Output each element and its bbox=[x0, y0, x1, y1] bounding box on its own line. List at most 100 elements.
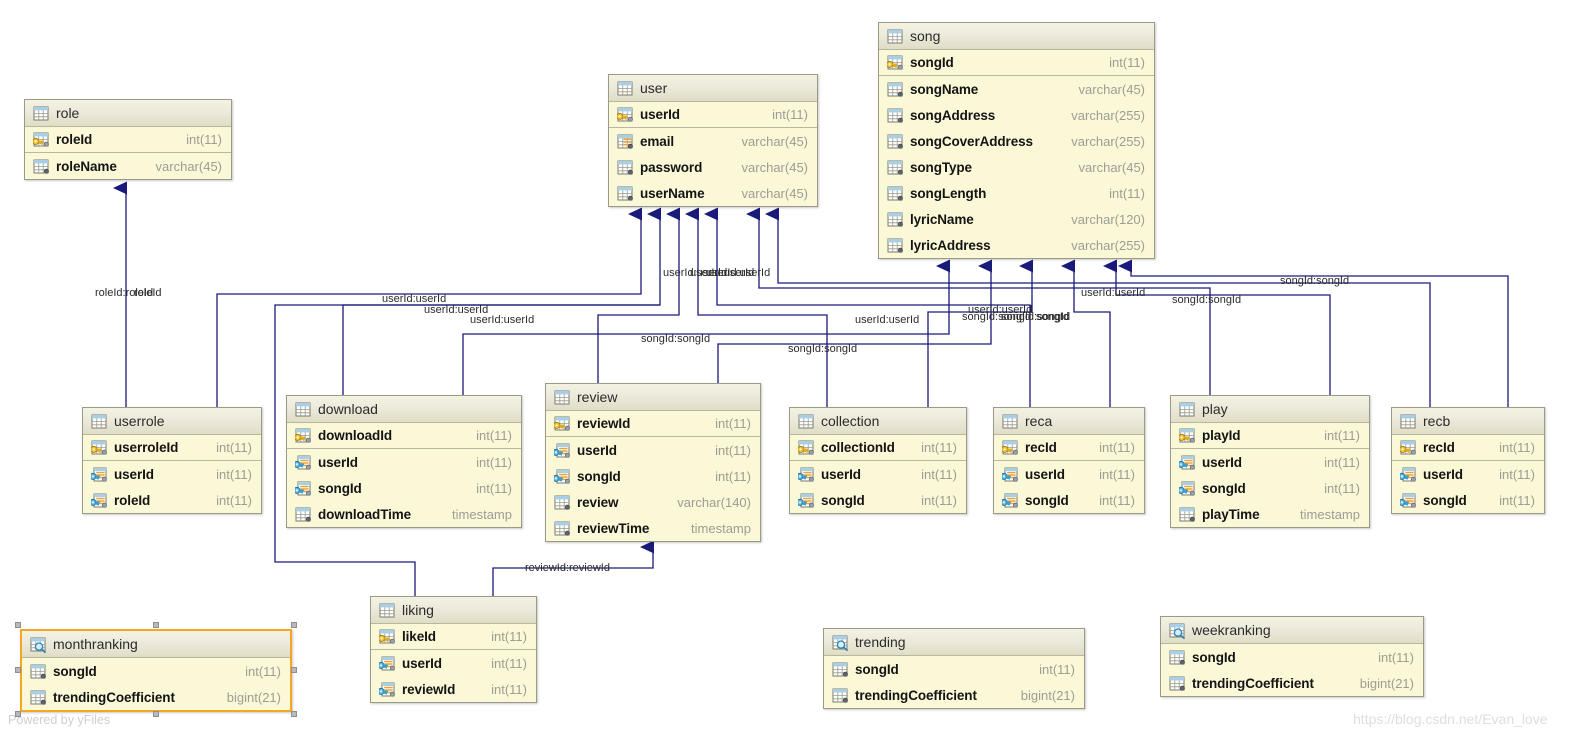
table-header-role[interactable]: role bbox=[25, 100, 231, 127]
column-row[interactable]: songId int(11) bbox=[287, 475, 521, 501]
table-header-userrole[interactable]: userrole bbox=[83, 408, 261, 435]
selection-handle[interactable] bbox=[291, 711, 297, 717]
table-header-trending[interactable]: trending bbox=[824, 629, 1084, 656]
selection-handle[interactable] bbox=[15, 711, 21, 717]
table-header-user[interactable]: user bbox=[609, 75, 817, 102]
column-row[interactable]: userName varchar(45) bbox=[609, 180, 817, 206]
column-name: reviewId bbox=[402, 681, 456, 697]
table-node-monthranking[interactable]: monthranking songId int(11) trendingCoeff… bbox=[20, 629, 292, 712]
selection-handle[interactable] bbox=[15, 666, 21, 673]
column-row[interactable]: songAddress varchar(255) bbox=[879, 102, 1154, 128]
column-row[interactable]: userId int(11) bbox=[287, 449, 521, 475]
column-row[interactable]: playTime timestamp bbox=[1171, 501, 1369, 527]
column-row[interactable]: email varchar(45) bbox=[609, 128, 817, 154]
table-node-collection[interactable]: collection collectionId int(11) userId int… bbox=[789, 407, 967, 514]
column-row[interactable]: review varchar(140) bbox=[546, 489, 760, 515]
column-row[interactable]: userId int(11) bbox=[609, 102, 817, 128]
column-type: int(11) bbox=[1378, 649, 1414, 665]
table-header-review[interactable]: review bbox=[546, 384, 760, 411]
column-row[interactable]: songType varchar(45) bbox=[879, 154, 1154, 180]
column-row[interactable]: userId int(11) bbox=[371, 650, 536, 676]
table-node-review[interactable]: review reviewId int(11) userId int(11) s… bbox=[545, 383, 761, 542]
table-header-download[interactable]: download bbox=[287, 396, 521, 423]
column-row[interactable]: songId int(11) bbox=[22, 658, 290, 684]
column-row[interactable]: roleName varchar(45) bbox=[25, 153, 231, 179]
table-header-collection[interactable]: collection bbox=[790, 408, 966, 435]
column-row[interactable]: downloadId int(11) bbox=[287, 423, 521, 449]
column-row[interactable]: downloadTime timestamp bbox=[287, 501, 521, 527]
column-row[interactable]: lyricName varchar(120) bbox=[879, 206, 1154, 232]
er-diagram-canvas[interactable]: role roleId int(11) roleName varchar(45) u… bbox=[0, 0, 1593, 748]
column-icon bbox=[30, 664, 46, 679]
column-row[interactable]: songId int(11) bbox=[546, 463, 760, 489]
table-header-liking[interactable]: liking bbox=[371, 597, 536, 624]
column-type: int(11) bbox=[1109, 55, 1145, 70]
column-row[interactable]: songId int(11) bbox=[879, 50, 1154, 76]
column-row[interactable]: collectionId int(11) bbox=[790, 435, 966, 461]
column-row[interactable]: reviewId int(11) bbox=[546, 411, 760, 437]
column-row[interactable]: likeId int(11) bbox=[371, 624, 536, 650]
column-row[interactable]: userId int(11) bbox=[790, 461, 966, 487]
column-unique-icon bbox=[617, 134, 633, 149]
table-header-weekranking[interactable]: weekranking bbox=[1161, 617, 1423, 644]
table-node-trending[interactable]: trending songId int(11) trendingCoefficie… bbox=[823, 628, 1085, 709]
column-row[interactable]: trendingCoefficient bigint(21) bbox=[22, 684, 290, 710]
column-row[interactable]: songId int(11) bbox=[790, 487, 966, 513]
column-row[interactable]: playId int(11) bbox=[1171, 423, 1369, 449]
blog-url-watermark: https://blog.csdn.net/Evan_love bbox=[1353, 711, 1548, 727]
selection-handle[interactable] bbox=[153, 622, 159, 628]
column-row[interactable]: reviewTime timestamp bbox=[546, 515, 760, 541]
table-node-song[interactable]: song songId int(11) songName varchar(45) s… bbox=[878, 22, 1155, 259]
column-row[interactable]: songName varchar(45) bbox=[879, 76, 1154, 102]
table-node-userrole[interactable]: userrole userroleId int(11) userId int(11) bbox=[82, 407, 262, 514]
table-node-user[interactable]: user userId int(11) email varchar(45) pass… bbox=[608, 74, 818, 207]
column-row[interactable]: trendingCoefficient bigint(21) bbox=[824, 682, 1084, 708]
table-header-reca[interactable]: reca bbox=[994, 408, 1144, 435]
column-row[interactable]: recId int(11) bbox=[994, 435, 1144, 461]
table-header-song[interactable]: song bbox=[879, 23, 1154, 50]
table-header-recb[interactable]: recb bbox=[1392, 408, 1544, 435]
column-row[interactable]: userId int(11) bbox=[1171, 449, 1369, 475]
selection-handle[interactable] bbox=[291, 622, 297, 628]
table-node-reca[interactable]: reca recId int(11) userId int(11) songId… bbox=[993, 407, 1145, 514]
column-row[interactable]: trendingCoefficient bigint(21) bbox=[1161, 670, 1423, 696]
column-row[interactable]: userId int(11) bbox=[1392, 461, 1544, 487]
column-row[interactable]: userroleId int(11) bbox=[83, 435, 261, 461]
table-name: liking bbox=[402, 602, 434, 618]
column-row[interactable]: recId int(11) bbox=[1392, 435, 1544, 461]
table-header-monthranking[interactable]: monthranking bbox=[22, 631, 290, 658]
column-row[interactable]: songId int(11) bbox=[1161, 644, 1423, 670]
column-type: varchar(255) bbox=[1071, 237, 1145, 253]
column-row[interactable]: songId int(11) bbox=[1171, 475, 1369, 501]
column-type: int(11) bbox=[186, 132, 222, 147]
relationship-label: songId:songId bbox=[641, 333, 711, 345]
relationship-label: songId bbox=[1036, 311, 1070, 323]
column-type: varchar(45) bbox=[741, 185, 808, 201]
selection-handle[interactable] bbox=[291, 666, 297, 673]
column-row[interactable]: songCoverAddress varchar(255) bbox=[879, 128, 1154, 154]
table-node-recb[interactable]: recb recId int(11) userId int(11) songId… bbox=[1391, 407, 1545, 514]
column-row[interactable]: userId int(11) bbox=[994, 461, 1144, 487]
table-header-play[interactable]: play bbox=[1171, 396, 1369, 423]
column-row[interactable]: userId int(11) bbox=[546, 437, 760, 463]
column-row[interactable]: lyricAddress varchar(255) bbox=[879, 232, 1154, 258]
table-node-play[interactable]: play playId int(11) userId int(11) songI… bbox=[1170, 395, 1370, 528]
column-row[interactable]: roleId int(11) bbox=[83, 487, 261, 513]
column-row[interactable]: reviewId int(11) bbox=[371, 676, 536, 702]
column-type: int(11) bbox=[1499, 440, 1535, 455]
column-row[interactable]: songId int(11) bbox=[824, 656, 1084, 682]
table-node-weekranking[interactable]: weekranking songId int(11) trendingCoeffi… bbox=[1160, 616, 1424, 697]
column-row[interactable]: password varchar(45) bbox=[609, 154, 817, 180]
selection-handle[interactable] bbox=[15, 622, 21, 628]
column-row[interactable]: roleId int(11) bbox=[25, 127, 231, 153]
column-row[interactable]: songId int(11) bbox=[994, 487, 1144, 513]
column-row[interactable]: songLength int(11) bbox=[879, 180, 1154, 206]
table-node-role[interactable]: role roleId int(11) roleName varchar(45) bbox=[24, 99, 232, 180]
column-name: songType bbox=[910, 159, 972, 175]
selection-handle[interactable] bbox=[153, 711, 159, 717]
column-row[interactable]: userId int(11) bbox=[83, 461, 261, 487]
column-row[interactable]: songId int(11) bbox=[1392, 487, 1544, 513]
column-name: recId bbox=[1423, 440, 1455, 455]
table-node-download[interactable]: download downloadId int(11) userId int(11) bbox=[286, 395, 522, 528]
table-node-liking[interactable]: liking likeId int(11) userId int(11) rev… bbox=[370, 596, 537, 703]
